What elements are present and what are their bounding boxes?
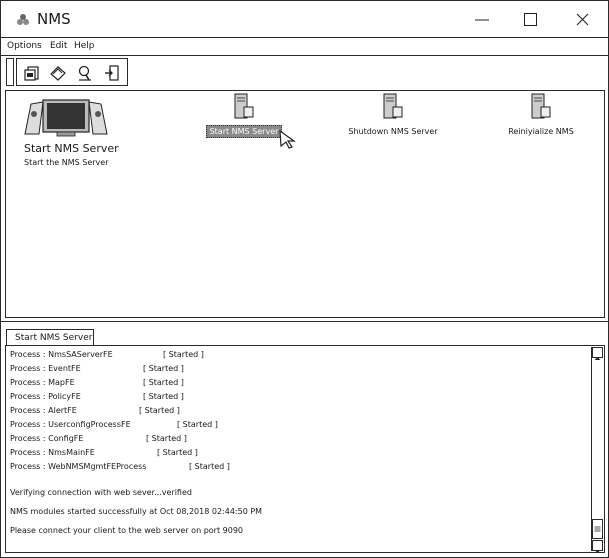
shutdown-server-action[interactable]: Shutdown NMS Server — [333, 93, 453, 138]
splitter[interactable] — [1, 321, 608, 322]
log-process-status: [ Started ] — [143, 364, 184, 373]
grip-icon — [594, 526, 601, 532]
hero-title: Start NMS Server — [24, 142, 119, 155]
server-monitor-icon — [24, 99, 108, 137]
log-panel: Process : NmsSAServerFE [ Started ] Proc… — [5, 345, 605, 553]
log-process-status: [ Started ] — [157, 448, 198, 457]
log-process-name: Process : NmsSAServerFE — [10, 350, 113, 359]
open-button[interactable] — [23, 64, 41, 82]
log-process-name: Process : WebNMSMgmtFEProcess — [10, 462, 147, 471]
log-process-name: Process : UserconfigProcessFE — [10, 420, 131, 429]
tab-start-nms-server[interactable]: Start NMS Server — [6, 329, 94, 346]
server-icon — [531, 93, 551, 119]
search-icon — [78, 65, 91, 81]
toolbar-grip[interactable] — [6, 58, 14, 86]
open-icon — [24, 66, 39, 81]
scroll-up-button[interactable] — [592, 347, 603, 360]
log-process-status: [ Started ] — [177, 420, 218, 429]
nms-window: NMS Options Edit Help Start NMS Server S… — [0, 0, 609, 558]
search-button[interactable] — [76, 64, 94, 82]
log-message: NMS modules started successfully at Oct … — [10, 507, 263, 516]
close-button[interactable] — [557, 1, 607, 37]
mouse-cursor-icon — [279, 129, 296, 149]
menu-edit[interactable]: Edit — [50, 41, 67, 51]
title-bar: NMS — [1, 1, 608, 37]
log-process-name: Process : PolicyFE — [10, 392, 81, 401]
start-server-label: Start NMS Server — [205, 125, 283, 138]
menu-help[interactable]: Help — [74, 41, 95, 51]
window-title: NMS — [37, 10, 71, 28]
edit-icon — [50, 66, 66, 81]
arrow-up-icon — [594, 357, 601, 360]
log-process-name: Process : MapFE — [10, 378, 75, 387]
maximize-button[interactable] — [506, 1, 556, 37]
menu-bar: Options Edit Help — [1, 37, 608, 56]
log-message: Please connect your client to the web se… — [10, 526, 243, 535]
scroll-down-button[interactable] — [592, 540, 603, 553]
shutdown-server-label: Shutdown NMS Server — [348, 127, 438, 136]
log-output: Process : NmsSAServerFE [ Started ] Proc… — [10, 350, 590, 552]
minimize-button[interactable] — [457, 1, 507, 37]
exit-icon — [105, 65, 119, 81]
edit-button[interactable] — [49, 64, 67, 82]
log-process-name: Process : EventFE — [10, 364, 81, 373]
toolbar — [1, 56, 608, 89]
minimize-icon — [475, 19, 489, 21]
log-process-name: Process : AlertFE — [10, 406, 77, 415]
server-icon — [234, 93, 254, 119]
log-process-status: [ Started ] — [146, 434, 187, 443]
log-process-name: Process : ConfigFE — [10, 434, 84, 443]
log-process-status: [ Started ] — [143, 378, 184, 387]
hero-subtitle: Start the NMS Server — [24, 158, 109, 167]
menu-options[interactable]: Options — [7, 41, 42, 51]
arrow-down-icon — [594, 550, 601, 553]
server-icon — [383, 93, 403, 119]
close-icon — [576, 13, 589, 26]
toolbar-buttons — [16, 58, 128, 86]
reinitialize-action[interactable]: Reiniyialize NMS — [481, 93, 601, 138]
scroll-thumb[interactable] — [592, 519, 603, 539]
reinitialize-label: Reiniyialize NMS — [508, 127, 574, 136]
exit-button[interactable] — [103, 64, 121, 82]
log-process-status: [ Started ] — [139, 406, 180, 415]
log-scrollbar[interactable] — [591, 347, 603, 553]
log-process-status: [ Started ] — [189, 462, 230, 471]
log-process-status: [ Started ] — [143, 392, 184, 401]
log-message: Verifying connection with web sever...ve… — [10, 488, 192, 497]
log-process-status: [ Started ] — [163, 350, 204, 359]
log-process-name: Process : NmsMainFE — [10, 448, 95, 457]
app-logo-icon — [17, 14, 29, 25]
maximize-icon — [524, 13, 537, 26]
